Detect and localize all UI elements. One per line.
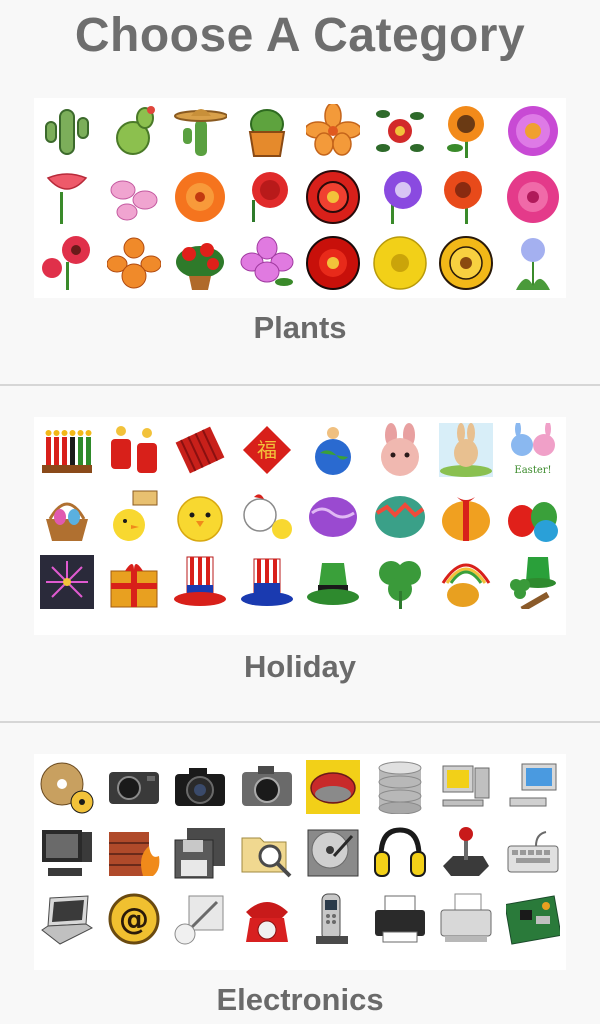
rose-vine-icon [367,98,434,164]
patriot-hat-icon [234,549,301,615]
kwanzaa-candles-icon [34,417,101,483]
computer-mouse-icon [300,754,367,820]
agapanthus-icon [500,230,567,296]
red-carnation-icon [234,164,301,230]
fireworks-icon [34,549,101,615]
firecrackers-icon [101,417,168,483]
cordless-phone-icon [300,886,367,952]
joystick-icon [433,820,500,886]
gift-box-icon [101,549,168,615]
dslr-camera-icon [167,754,234,820]
hen-chick-icon [234,483,301,549]
svg-text:@: @ [119,902,149,937]
plants-thumbnail-grid[interactable] [34,98,566,298]
compact-camera-icon [234,754,301,820]
holiday-thumbnail-grid[interactable]: 福 Easter! [34,417,566,635]
database-icon [367,754,434,820]
morning-glory-icon [367,164,434,230]
shamrock-icon [367,549,434,615]
purple-daisy-icon [500,98,567,164]
colored-eggs-icon [500,483,567,549]
digital-camera-icon [101,754,168,820]
earth-day-icon [300,417,367,483]
yellow-chick-icon [167,483,234,549]
cactus-icon [34,98,101,164]
monitor-workstation-icon [500,754,567,820]
red-rose-icon [300,230,367,296]
potted-cactus-icon [234,98,301,164]
red-gerbera-icon [433,164,500,230]
crt-computer-icon [34,820,101,886]
keyboard-icon [500,820,567,886]
svg-text:福: 福 [257,438,277,462]
azalea-icon [234,230,301,296]
red-daisies-icon [34,230,101,296]
circuit-board-icon [500,886,567,952]
category-label-plants: Plants [253,310,347,345]
drawing-tablet-icon [167,886,234,952]
firewall-icon [101,820,168,886]
headphones-icon [367,820,434,886]
leprechaun-hat-icon [300,549,367,615]
page-title: Choose A Category [74,9,526,62]
tudor-rose-icon [300,164,367,230]
category-electronics[interactable]: @ Electronics [0,724,600,1024]
uncle-sam-hat-icon [167,549,234,615]
floppy-disk-icon [167,820,234,886]
orange-poppy-icon [167,164,234,230]
bunny-face-icon [367,417,434,483]
pot-of-gold-icon [433,549,500,615]
desktop-computer-icon [433,754,500,820]
hard-drive-icon [300,820,367,886]
printer-icon [367,886,434,952]
chick-with-sign-icon [101,483,168,549]
folder-search-icon [234,820,301,886]
red-telephone-icon [234,886,301,952]
category-plants[interactable]: Plants [0,72,600,386]
lily-icon [300,98,367,164]
yellow-poppy-icon [367,230,434,296]
email-at-icon: @ [101,886,168,952]
green-egg-icon [367,483,434,549]
scanner-icon [433,886,500,952]
laptop-icon [34,886,101,952]
easter-bunny-icon [433,417,500,483]
egg-basket-icon [34,483,101,549]
yellow-zinnia-icon [433,230,500,296]
potted-geranium-icon [167,230,234,296]
sombrero-cactus-icon [167,98,234,164]
category-label-electronics: Electronics [216,982,384,1017]
prickly-pear-icon [101,98,168,164]
shamrock-hat-icon [500,549,567,615]
gift-egg-icon [433,483,500,549]
pink-orchid-icon [101,164,168,230]
fortune-sign-icon: 福 [234,417,301,483]
divider [0,384,600,386]
radiation-disc-icon [34,754,101,820]
purple-egg-icon [300,483,367,549]
sunflower-icon [433,98,500,164]
pink-gerbera-icon [500,164,567,230]
category-label-holiday: Holiday [244,649,356,684]
divider [0,721,600,723]
orange-orchid-icon [101,230,168,296]
category-holiday[interactable]: 福 Easter! Holiday [0,387,600,723]
svg-text:Easter!: Easter! [514,465,551,476]
trumpet-flower-icon [34,164,101,230]
easter-bunnies-icon: Easter! [500,417,567,483]
red-firecrackers-icon [167,417,234,483]
electronics-thumbnail-grid[interactable]: @ [34,754,566,970]
